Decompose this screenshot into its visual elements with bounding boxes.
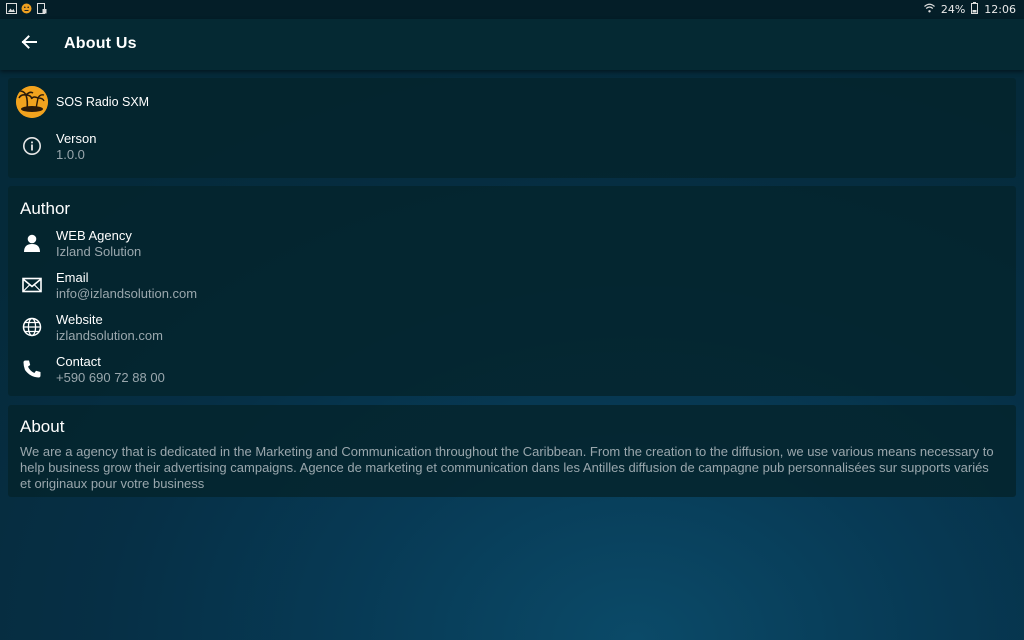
email-value[interactable]: info@izlandsolution.com <box>56 286 197 301</box>
version-label: Verson <box>56 131 97 146</box>
palm-island-icon <box>16 86 48 118</box>
app-logo <box>16 86 48 118</box>
website-label: Website <box>56 312 103 327</box>
app-name: SOS Radio SXM <box>56 95 150 109</box>
sim-icon <box>36 3 47 14</box>
author-card: Author WEB Agency Izland Solution Email … <box>8 186 1016 396</box>
version-value: 1.0.0 <box>56 147 85 162</box>
author-agency-row[interactable]: WEB Agency Izland Solution <box>8 227 1016 263</box>
phone-icon <box>20 357 44 381</box>
emoji-icon <box>21 3 32 14</box>
author-email-row[interactable]: Email info@izlandsolution.com <box>8 269 1016 305</box>
author-contact-row[interactable]: Contact +590 690 72 88 00 <box>8 353 1016 389</box>
about-card: About We are a agency that is dedicated … <box>8 405 1016 497</box>
mail-icon <box>20 273 44 297</box>
globe-icon <box>20 315 44 339</box>
page-title: About Us <box>64 35 137 52</box>
info-icon <box>20 134 44 158</box>
website-value[interactable]: izlandsolution.com <box>56 328 163 343</box>
agency-label: WEB Agency <box>56 228 132 243</box>
about-description: We are a agency that is dedicated in the… <box>20 444 994 491</box>
arrow-left-icon <box>21 34 37 55</box>
about-section-title: About <box>20 417 65 436</box>
author-website-row[interactable]: Website izlandsolution.com <box>8 311 1016 347</box>
contact-label: Contact <box>56 354 101 369</box>
status-right: 24% 12:06 <box>923 2 1016 17</box>
author-section-title: Author <box>20 199 71 218</box>
agency-value: Izland Solution <box>56 244 142 259</box>
status-left-icons <box>6 3 47 14</box>
email-label: Email <box>56 270 89 285</box>
back-button[interactable] <box>18 33 40 55</box>
battery-percent: 24% <box>940 3 966 16</box>
contact-value[interactable]: +590 690 72 88 00 <box>56 370 165 385</box>
battery-icon <box>971 2 979 17</box>
person-icon <box>20 231 44 255</box>
status-bar: 24% 12:06 <box>0 0 1024 19</box>
version-row: Verson 1.0.0 <box>8 130 1016 166</box>
image-icon <box>6 3 17 14</box>
app-info-card: SOS Radio SXM Verson 1.0.0 <box>8 78 1016 178</box>
clock: 12:06 <box>984 3 1016 16</box>
app-bar: About Us <box>0 19 1024 70</box>
wifi-icon <box>923 3 935 16</box>
